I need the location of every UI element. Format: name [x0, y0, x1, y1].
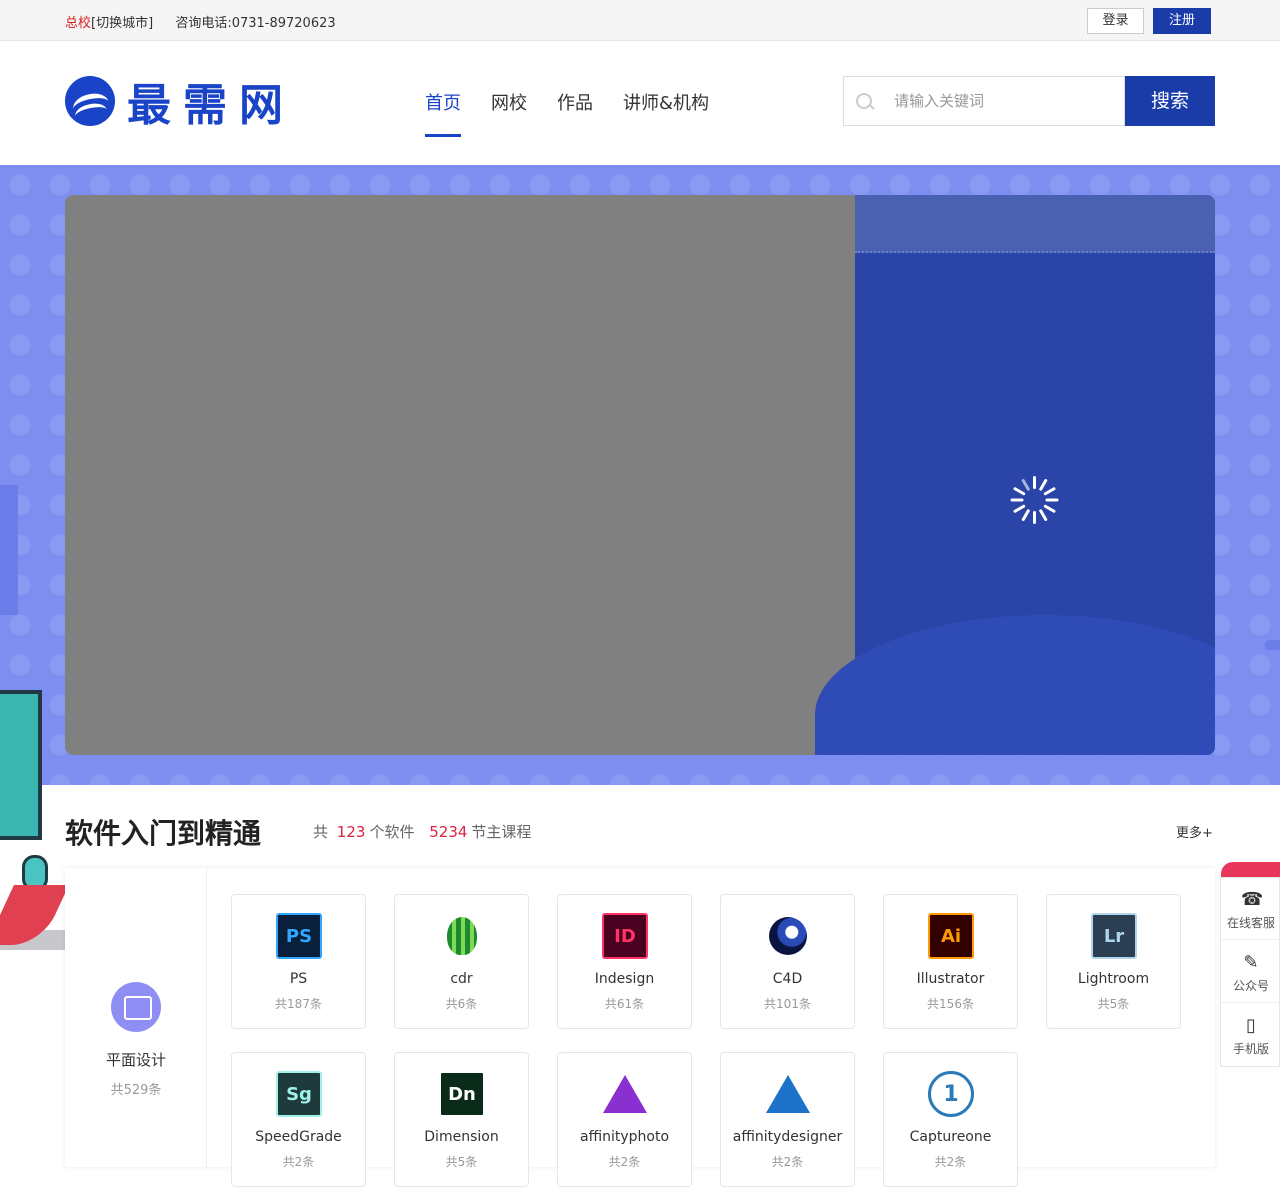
software-count: 共5条 [445, 1155, 478, 1169]
software-card[interactable]: PS PS 共187条 [231, 894, 366, 1029]
site-logo[interactable]: 最需网 [65, 75, 295, 131]
monitor-illustration-icon [0, 690, 42, 840]
side-panel-wave [815, 615, 1215, 755]
software-count: 共6条 [445, 997, 478, 1011]
affinity-designer-icon [765, 1071, 811, 1117]
software-suffix: 个软件 [369, 823, 415, 841]
side-panel-header [855, 195, 1215, 253]
headset-icon: ☎ [1241, 889, 1264, 910]
stats-prefix: 共 [313, 823, 329, 841]
captureone-icon: 1 [928, 1071, 974, 1117]
software-name: Illustrator [916, 971, 985, 987]
speedgrade-icon: Sg [276, 1071, 322, 1117]
software-count: 123 [336, 823, 366, 841]
register-button[interactable]: 注册 [1153, 8, 1211, 34]
lightroom-icon: Lr [1091, 913, 1137, 959]
software-name: Lightroom [1077, 971, 1150, 987]
search-bar: 搜索 [843, 76, 1215, 126]
switch-city-link[interactable]: [切换城市] [91, 16, 153, 31]
search-input[interactable] [894, 78, 1124, 124]
software-name: affinityphoto [579, 1129, 670, 1145]
phone-info: 咨询电话:0731-89720623 [175, 16, 336, 31]
software-name: Captureone [909, 1129, 992, 1145]
software-name: Dimension [424, 1129, 499, 1145]
software-count: 共2条 [608, 1155, 641, 1169]
mobile-version-label: 手机版 [1232, 1042, 1269, 1056]
campus-label: 总校 [65, 16, 92, 31]
section-stats: 共 123 个软件 5234 节主课程 [313, 821, 531, 842]
software-card[interactable]: Lr Lightroom 共5条 [1046, 894, 1181, 1029]
affinity-photo-icon-shape [603, 1075, 647, 1113]
illustrator-icon: Ai [928, 913, 974, 959]
software-card[interactable]: ID Indesign 共61条 [557, 894, 692, 1029]
dimension-icon: Dn [439, 1071, 485, 1117]
software-count: 共2条 [934, 1155, 967, 1169]
search-button[interactable]: 搜索 [1125, 76, 1215, 126]
software-name: affinitydesigner [732, 1129, 843, 1145]
affinity-photo-icon [602, 1071, 648, 1117]
section-title: 软件入门到精通 [65, 817, 262, 850]
software-card[interactable]: Ai Illustrator 共156条 [883, 894, 1018, 1029]
phone-icon: ▯ [1246, 1015, 1256, 1036]
wechat-official-button[interactable]: ✎ 公众号 [1221, 941, 1280, 1003]
nav-item-school[interactable]: 网校 [491, 89, 527, 139]
software-count: 共101条 [764, 997, 811, 1011]
software-count: 共187条 [275, 997, 322, 1011]
coreldraw-balloon-icon [439, 913, 485, 959]
software-count: 共2条 [771, 1155, 804, 1169]
cinema4d-icon [765, 913, 811, 959]
software-card[interactable]: C4D 共101条 [720, 894, 855, 1029]
wechat-official-label: 公众号 [1232, 979, 1269, 993]
lessons-suffix: 节主课程 [471, 823, 532, 841]
nav-item-home[interactable]: 首页 [425, 89, 461, 139]
software-name: Indesign [594, 971, 655, 987]
nav-item-works[interactable]: 作品 [557, 89, 593, 139]
video-side-panel [815, 195, 1215, 755]
software-name: PS [289, 971, 308, 987]
edit-icon: ✎ [1243, 952, 1259, 973]
category-graphic-design[interactable]: 平面设计 共529条 [65, 868, 207, 1167]
nav-item-teachers[interactable]: 讲师&机构 [623, 89, 709, 139]
photoshop-icon: PS [276, 913, 322, 959]
main-nav: 首页 网校 作品 讲师&机构 [425, 89, 709, 139]
top-bar-left: 总校[切换城市] 咨询电话:0731-89720623 [65, 12, 336, 31]
online-service-label: 在线客服 [1226, 916, 1275, 930]
floating-sidebar: ☎ 在线客服 ✎ 公众号 ▯ 手机版 [1220, 877, 1280, 1067]
image-icon [111, 982, 161, 1032]
search-icon [856, 93, 872, 109]
software-name: cdr [450, 971, 473, 987]
software-count: 共156条 [927, 997, 974, 1011]
category-name: 平面设计 [105, 1051, 166, 1069]
top-bar: 总校[切换城市] 咨询电话:0731-89720623 登录 注册 [0, 0, 1280, 41]
software-name: C4D [772, 971, 803, 987]
banner-right-tab [1265, 640, 1280, 650]
software-count: 共2条 [282, 1155, 315, 1169]
online-service-button[interactable]: ☎ 在线客服 [1221, 878, 1280, 940]
banner-left-decor [0, 485, 18, 615]
loading-spinner-icon [1010, 476, 1059, 524]
logo-text: 最需网 [127, 80, 295, 131]
login-button[interactable]: 登录 [1087, 8, 1144, 34]
mobile-version-button[interactable]: ▯ 手机版 [1221, 1004, 1280, 1066]
cinema4d-icon-shape [769, 917, 807, 955]
affinity-designer-icon-shape [766, 1075, 810, 1113]
software-panel: 平面设计 共529条 PS PS 共187条 cdr 共6条 ID Indesign 共61条… [65, 868, 1215, 1187]
logo-mark-icon [65, 76, 115, 126]
software-card[interactable]: cdr 共6条 [394, 894, 529, 1029]
more-link[interactable]: 更多+ [1176, 822, 1213, 841]
indesign-icon: ID [602, 913, 648, 959]
software-count: 共5条 [1097, 997, 1130, 1011]
software-count: 共61条 [604, 997, 645, 1011]
video-player[interactable] [65, 195, 1215, 755]
software-name: SpeedGrade [255, 1129, 342, 1145]
search-box [843, 76, 1125, 126]
category-count: 共529条 [110, 1083, 162, 1098]
coreldraw-balloon-icon-shape [447, 917, 477, 955]
lessons-count: 5234 [429, 823, 468, 841]
header: 最需网 首页 网校 作品 讲师&机构 搜索 [0, 41, 1280, 165]
